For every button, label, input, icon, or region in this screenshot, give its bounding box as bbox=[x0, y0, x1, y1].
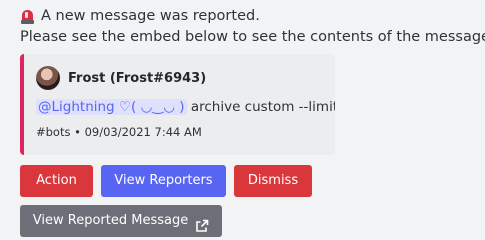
view-reported-message-label: View Reported Message bbox=[32, 213, 189, 228]
user-mention[interactable]: @Lightning ♡( ◡‿◡ ) bbox=[36, 99, 187, 115]
embed-accent-bar bbox=[20, 54, 24, 155]
avatar bbox=[36, 66, 60, 90]
embed-author-name: Frost (Frost#6943) bbox=[68, 70, 207, 86]
embed-footer: #bots • 09/03/2021 7:44 AM bbox=[36, 125, 202, 139]
external-link-icon bbox=[195, 214, 209, 232]
action-button-row: Action View Reporters Dismiss bbox=[20, 165, 312, 197]
reported-message-embed: Frost (Frost#6943) @Lightning ♡( ◡‿◡ ) a… bbox=[20, 54, 335, 155]
view-reporters-button[interactable]: View Reporters bbox=[101, 165, 226, 197]
embed-description: @Lightning ♡( ◡‿◡ ) archive custom --lim… bbox=[36, 97, 335, 117]
message-content: A new message was reported. Please see t… bbox=[0, 0, 485, 240]
report-header-line: A new message was reported. bbox=[20, 6, 260, 26]
report-instructions: Please see the embed below to see the co… bbox=[20, 29, 485, 45]
action-button[interactable]: Action bbox=[20, 165, 93, 197]
view-reported-message-button[interactable]: View Reported Message bbox=[20, 205, 222, 237]
embed-author: Frost (Frost#6943) bbox=[36, 66, 206, 90]
report-header-text: A new message was reported. bbox=[41, 8, 260, 24]
rotating-light-icon bbox=[20, 9, 35, 24]
embed-description-text: archive custom --limit 0 bbox=[186, 99, 335, 115]
dismiss-button[interactable]: Dismiss bbox=[234, 165, 312, 197]
